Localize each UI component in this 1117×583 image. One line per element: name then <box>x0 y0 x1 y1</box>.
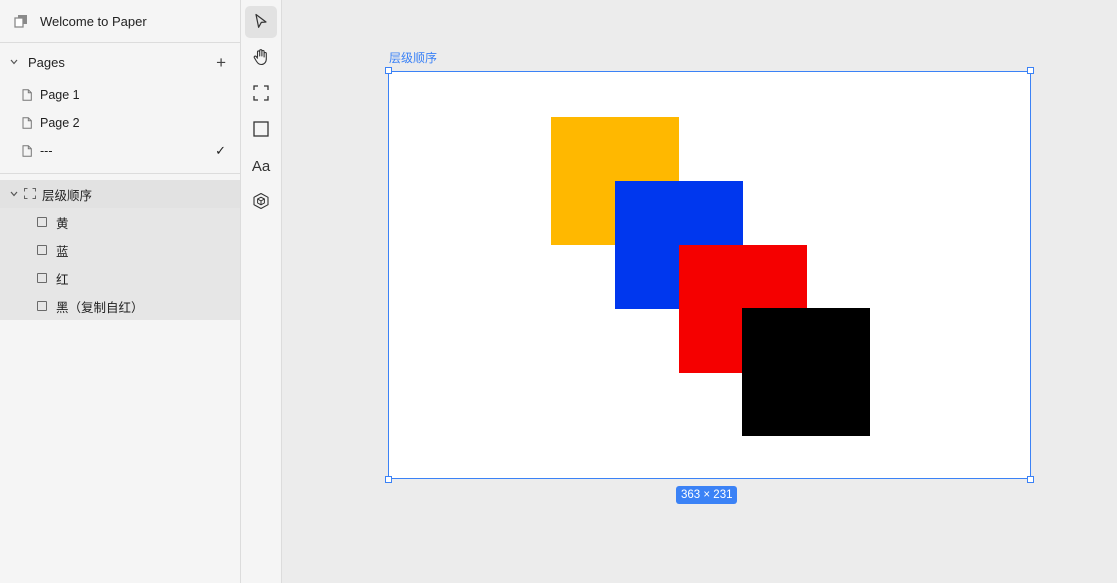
chevron-down-icon[interactable] <box>8 56 20 68</box>
hand-tool-button[interactable] <box>245 42 277 74</box>
frame-icon <box>253 84 269 104</box>
app-title: Welcome to Paper <box>40 13 147 29</box>
rectangle-icon <box>37 273 47 283</box>
pointer-icon <box>254 13 268 32</box>
pages-section-header[interactable]: Pages + <box>0 43 240 81</box>
rectangle-icon <box>253 120 269 140</box>
text-tool-button[interactable]: Aa <box>245 150 277 182</box>
layers-panel: 层级顺序 黄 蓝 红 黑（复制自红） <box>0 180 240 320</box>
resize-handle-bottom-left[interactable] <box>385 476 392 483</box>
sidebar: Welcome to Paper Pages + Page 1 Page 2 -… <box>0 0 241 583</box>
canvas[interactable]: 层级顺序 363 × 231 <box>282 0 1117 583</box>
page-item-3[interactable]: --- ✓ <box>0 137 240 165</box>
size-badge: 363 × 231 <box>676 486 738 504</box>
layer-item-black[interactable]: 黑（复制自红） <box>0 292 240 320</box>
artboard-frame[interactable] <box>388 71 1031 479</box>
paper-logo-icon <box>14 14 28 28</box>
shape-black-rectangle[interactable] <box>742 308 870 436</box>
layer-label: 黄 <box>56 216 69 231</box>
layer-frame-label: 层级顺序 <box>42 188 93 203</box>
resize-handle-top-left[interactable] <box>385 67 392 74</box>
layer-item-red[interactable]: 红 <box>0 264 240 292</box>
resize-handle-bottom-right[interactable] <box>1027 476 1034 483</box>
frame-icon <box>24 187 36 202</box>
app-header: Welcome to Paper <box>0 0 240 43</box>
page-label: --- <box>40 144 53 158</box>
divider <box>0 173 240 174</box>
component-tool-button[interactable] <box>245 186 277 218</box>
rectangle-tool-button[interactable] <box>245 114 277 146</box>
page-item-2[interactable]: Page 2 <box>0 109 240 137</box>
layer-frame-item[interactable]: 层级顺序 <box>0 180 240 208</box>
component-icon <box>252 192 270 213</box>
hand-icon <box>252 48 270 69</box>
layer-label: 红 <box>56 272 69 287</box>
pages-header-label: Pages <box>28 54 65 70</box>
layer-label: 黑（复制自红） <box>56 300 144 315</box>
page-label: Page 2 <box>40 116 80 130</box>
page-icon <box>22 89 32 101</box>
checkmark-icon: ✓ <box>215 143 226 158</box>
layer-item-blue[interactable]: 蓝 <box>0 236 240 264</box>
frame-tool-button[interactable] <box>245 78 277 110</box>
pointer-tool-button[interactable] <box>245 6 277 38</box>
plus-icon[interactable]: + <box>216 54 226 71</box>
toolbar: Aa <box>241 0 282 583</box>
page-item-1[interactable]: Page 1 <box>0 81 240 109</box>
chevron-down-icon[interactable] <box>8 188 20 200</box>
rectangle-icon <box>37 301 47 311</box>
text-icon: Aa <box>251 157 271 175</box>
page-icon <box>22 145 32 157</box>
rectangle-icon <box>37 245 47 255</box>
page-label: Page 1 <box>40 88 80 102</box>
frame-label[interactable]: 层级顺序 <box>389 49 437 66</box>
rectangle-icon <box>37 217 47 227</box>
layer-label: 蓝 <box>56 244 69 259</box>
page-icon <box>22 117 32 129</box>
resize-handle-top-right[interactable] <box>1027 67 1034 74</box>
layer-item-yellow[interactable]: 黄 <box>0 208 240 236</box>
